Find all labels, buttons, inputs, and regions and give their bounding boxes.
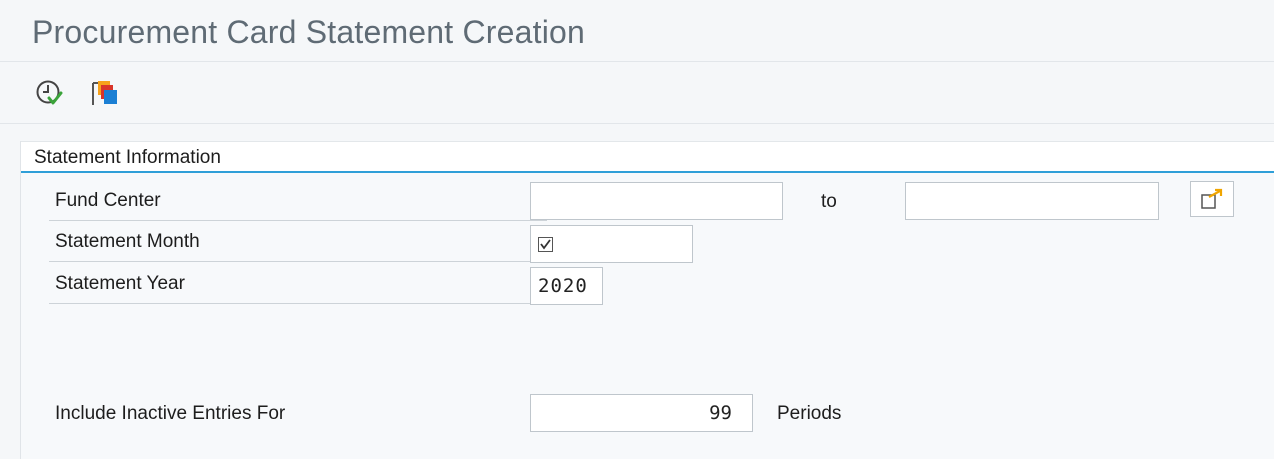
inactive-entries-label: Include Inactive Entries For: [55, 403, 286, 424]
fund-center-label: Fund Center: [49, 181, 547, 221]
fund-center-to-input[interactable]: [905, 182, 1159, 220]
execute-icon: [36, 80, 63, 105]
panel-title: Statement Information: [34, 147, 221, 168]
application-toolbar: [0, 62, 1274, 124]
statement-information-panel: Statement Information Fund Center to Sta…: [20, 141, 1274, 459]
multiple-selection-button[interactable]: [1190, 181, 1234, 217]
variant-icon: [92, 81, 117, 105]
statement-month-label: Statement Month: [49, 222, 547, 262]
panel-header: Statement Information: [21, 141, 1274, 173]
statement-year-label: Statement Year: [49, 264, 547, 304]
page-title: Procurement Card Statement Creation: [32, 14, 586, 50]
get-variant-button[interactable]: [88, 76, 122, 110]
fund-center-to-label: to: [821, 191, 837, 212]
statement-month-input[interactable]: [530, 225, 693, 263]
checkbox-icon[interactable]: [538, 236, 553, 252]
title-bar: Procurement Card Statement Creation: [0, 0, 1274, 62]
multiple-selection-icon: [1201, 188, 1223, 209]
statement-year-input[interactable]: 2020: [530, 267, 603, 305]
periods-label: Periods: [777, 403, 842, 424]
execute-button[interactable]: [32, 76, 66, 110]
inactive-entries-input[interactable]: 99: [530, 394, 753, 432]
fund-center-from-input[interactable]: [530, 182, 783, 220]
